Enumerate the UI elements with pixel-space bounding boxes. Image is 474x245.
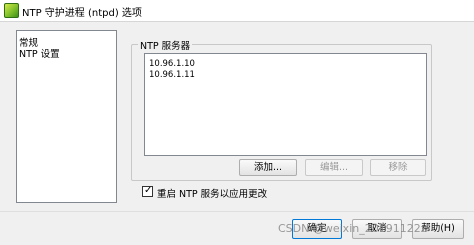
settings-category-list[interactable]: 常规 NTP 设置: [16, 30, 117, 203]
app-icon: [4, 3, 19, 18]
restart-service-checkbox[interactable]: ✓: [142, 185, 153, 197]
ntp-server-list[interactable]: 10.96.1.10 10.96.1.11: [144, 53, 427, 156]
add-server-button[interactable]: 添加...: [239, 159, 297, 176]
edit-server-button[interactable]: 编辑...: [305, 159, 363, 176]
server-list-item[interactable]: 10.96.1.10: [149, 59, 195, 69]
ok-button[interactable]: 确定: [292, 219, 342, 239]
cancel-button[interactable]: 取消: [352, 219, 402, 239]
remove-server-button[interactable]: 移除: [370, 159, 426, 176]
footer-divider: [0, 211, 474, 212]
server-list-item[interactable]: 10.96.1.11: [149, 70, 195, 80]
help-button[interactable]: 帮助(H): [412, 219, 464, 239]
restart-service-label[interactable]: 重启 NTP 服务以应用更改: [157, 186, 267, 200]
title-bar: NTP 守护进程 (ntpd) 选项: [0, 0, 474, 22]
ntp-servers-group-label: NTP 服务器: [138, 38, 193, 52]
window-title: NTP 守护进程 (ntpd) 选项: [22, 8, 142, 19]
checkmark-icon: ✓: [144, 185, 153, 196]
nav-item-ntp-settings[interactable]: NTP 设置: [19, 46, 60, 60]
